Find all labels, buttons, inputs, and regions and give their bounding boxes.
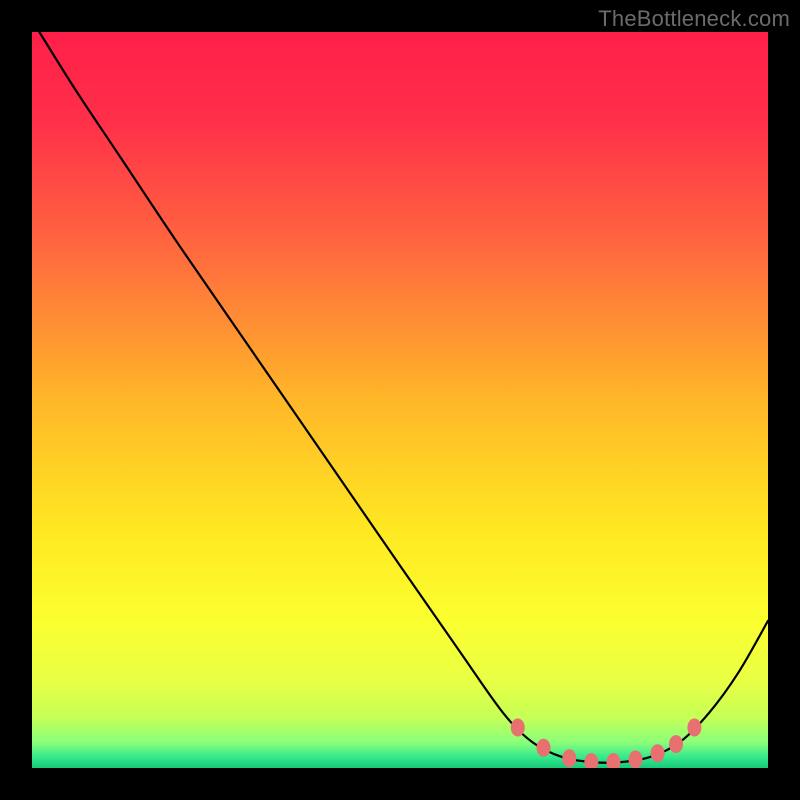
optimal-marker bbox=[651, 744, 665, 762]
chart-frame: TheBottleneck.com bbox=[0, 0, 800, 800]
optimal-marker bbox=[687, 719, 701, 737]
optimal-marker bbox=[669, 735, 683, 753]
watermark-text: TheBottleneck.com bbox=[598, 6, 790, 32]
optimal-marker bbox=[629, 751, 643, 768]
optimal-marker bbox=[562, 749, 576, 767]
gradient-background bbox=[32, 32, 768, 768]
optimal-marker bbox=[511, 719, 525, 737]
plot-area bbox=[32, 32, 768, 768]
plot-svg bbox=[32, 32, 768, 768]
optimal-marker bbox=[537, 739, 551, 757]
